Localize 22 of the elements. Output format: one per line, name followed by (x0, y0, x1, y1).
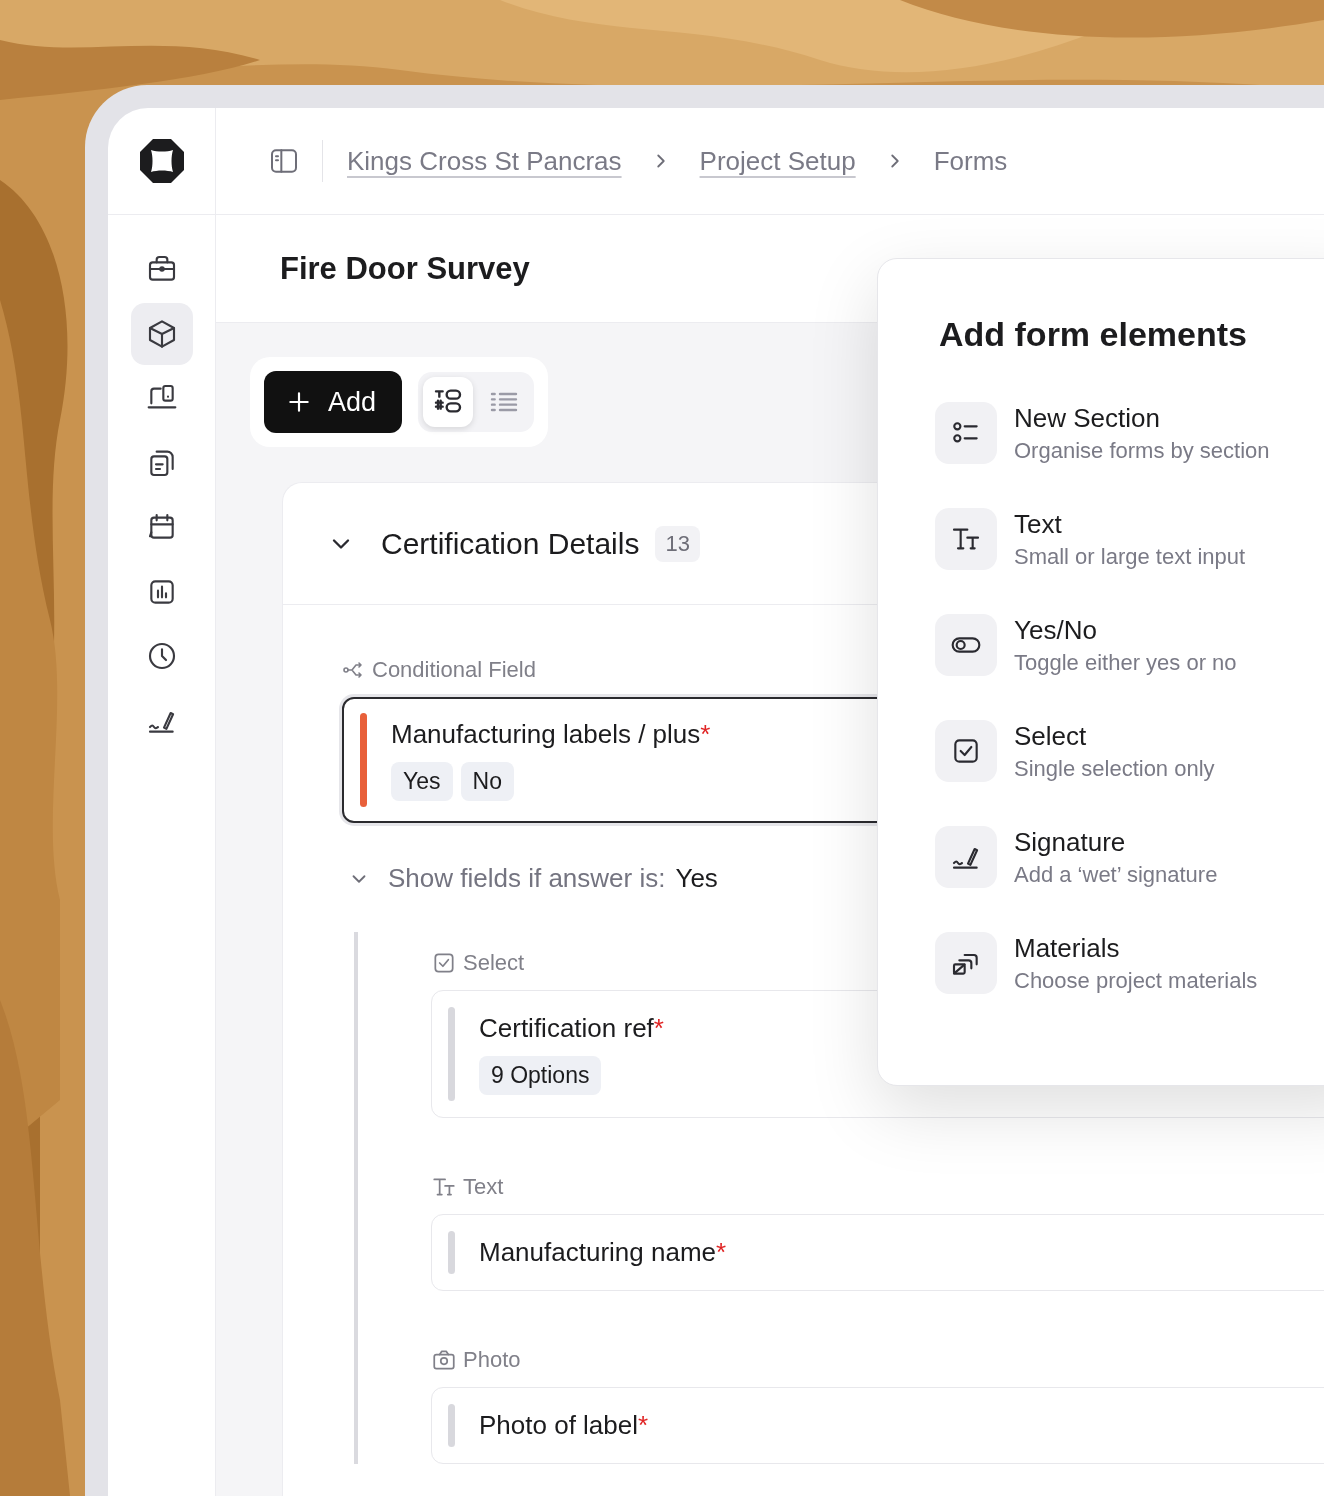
element-description: Small or large text input (1014, 543, 1246, 570)
field-type-label: Photo (463, 1347, 521, 1373)
panel-title: Add form elements (939, 315, 1248, 354)
option-tag: No (460, 762, 514, 801)
section-title: Certification Details (381, 526, 640, 561)
element-description: Single selection only (1014, 755, 1215, 782)
count-badge: 13 (655, 525, 700, 562)
page-title: Fire Door Survey (280, 250, 530, 287)
field-title: Manufacturing labels / plus* (391, 719, 711, 750)
field-title: Manufacturing name* (479, 1237, 727, 1268)
element-description: Organise forms by section (1014, 437, 1270, 464)
field-title: Certification ref* (479, 1013, 664, 1044)
element-description: Add a ‘wet’ signature (1014, 861, 1218, 888)
element-description: Toggle either yes or no (1014, 649, 1237, 676)
options-count-badge: 9 Options (479, 1056, 602, 1095)
field-type-label: Text (463, 1174, 504, 1200)
condition-label: Show fields if answer is: (388, 863, 666, 894)
field-type-label: Select (463, 950, 525, 976)
condition-answer: Yes (675, 863, 718, 894)
field-type-label: Conditional Field (372, 657, 536, 683)
field-title: Photo of label* (479, 1410, 649, 1441)
option-tag: Yes (391, 762, 453, 801)
